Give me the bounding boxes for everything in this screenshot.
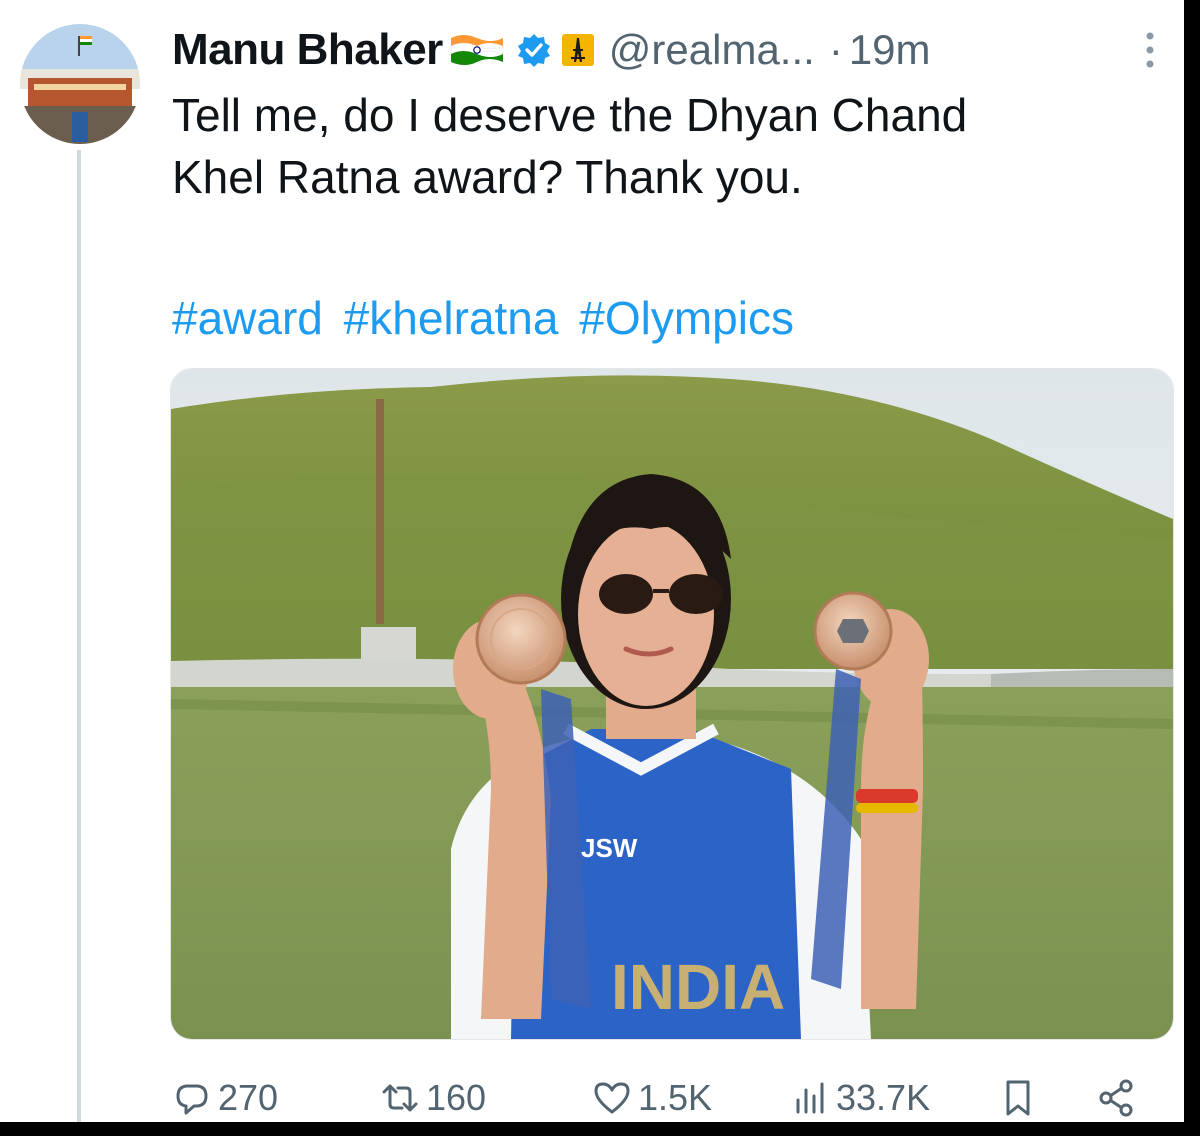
reply-button[interactable]: 270 — [172, 1070, 278, 1122]
eiffel-tower-icon[interactable] — [561, 33, 595, 67]
like-button[interactable]: 1.5K — [592, 1070, 712, 1122]
bookmark-button[interactable] — [998, 1070, 1044, 1122]
hashtag-award[interactable]: #award — [172, 292, 323, 344]
tweet-photo[interactable]: JSW INDIA — [170, 368, 1174, 1040]
reply-count: 270 — [218, 1077, 279, 1118]
share-button[interactable] — [1096, 1070, 1142, 1122]
repost-icon — [382, 1084, 418, 1112]
hashtag-khelratna[interactable]: #khelratna — [344, 292, 559, 344]
india-flag-icon — [449, 32, 505, 68]
action-bar: 270 160 1.5K 33.7K — [172, 1070, 1152, 1122]
thread-line — [77, 150, 81, 1122]
views-button[interactable]: 33.7K — [790, 1070, 930, 1122]
reply-icon — [176, 1084, 208, 1115]
svg-text:INDIA: INDIA — [611, 951, 785, 1023]
views-count: 33.7K — [836, 1077, 931, 1118]
tweet-card: Manu Bhaker @realma... · 19m Tell me, do… — [0, 0, 1184, 1122]
bookmark-icon — [1006, 1080, 1030, 1116]
like-count: 1.5K — [638, 1077, 713, 1118]
profile-avatar[interactable] — [20, 24, 140, 144]
hashtag-olympics[interactable]: #Olympics — [579, 292, 794, 344]
more-options-icon[interactable] — [1140, 28, 1160, 72]
author-name[interactable]: Manu Bhaker — [172, 25, 443, 75]
repost-count: 160 — [426, 1077, 487, 1118]
verified-badge-icon[interactable] — [517, 33, 551, 67]
views-chart-icon — [796, 1082, 824, 1114]
tweet-text-line: Tell me, do I deserve the Dhyan Chand — [172, 89, 968, 141]
tweet-header: Manu Bhaker @realma... · 19m — [172, 22, 1162, 78]
heart-icon — [594, 1082, 630, 1114]
tweet-text-line: Khel Ratna award? Thank you. — [172, 151, 803, 203]
hashtag-list: #award #khelratna #Olympics — [172, 290, 802, 346]
author-handle[interactable]: @realma... — [609, 26, 815, 74]
post-time[interactable]: 19m — [849, 26, 931, 74]
separator-dot: · — [828, 26, 843, 73]
tweet-text: Tell me, do I deserve the Dhyan Chand Kh… — [172, 84, 1162, 208]
share-icon — [1099, 1079, 1133, 1117]
svg-text:JSW: JSW — [581, 833, 638, 863]
repost-button[interactable]: 160 — [380, 1070, 486, 1122]
